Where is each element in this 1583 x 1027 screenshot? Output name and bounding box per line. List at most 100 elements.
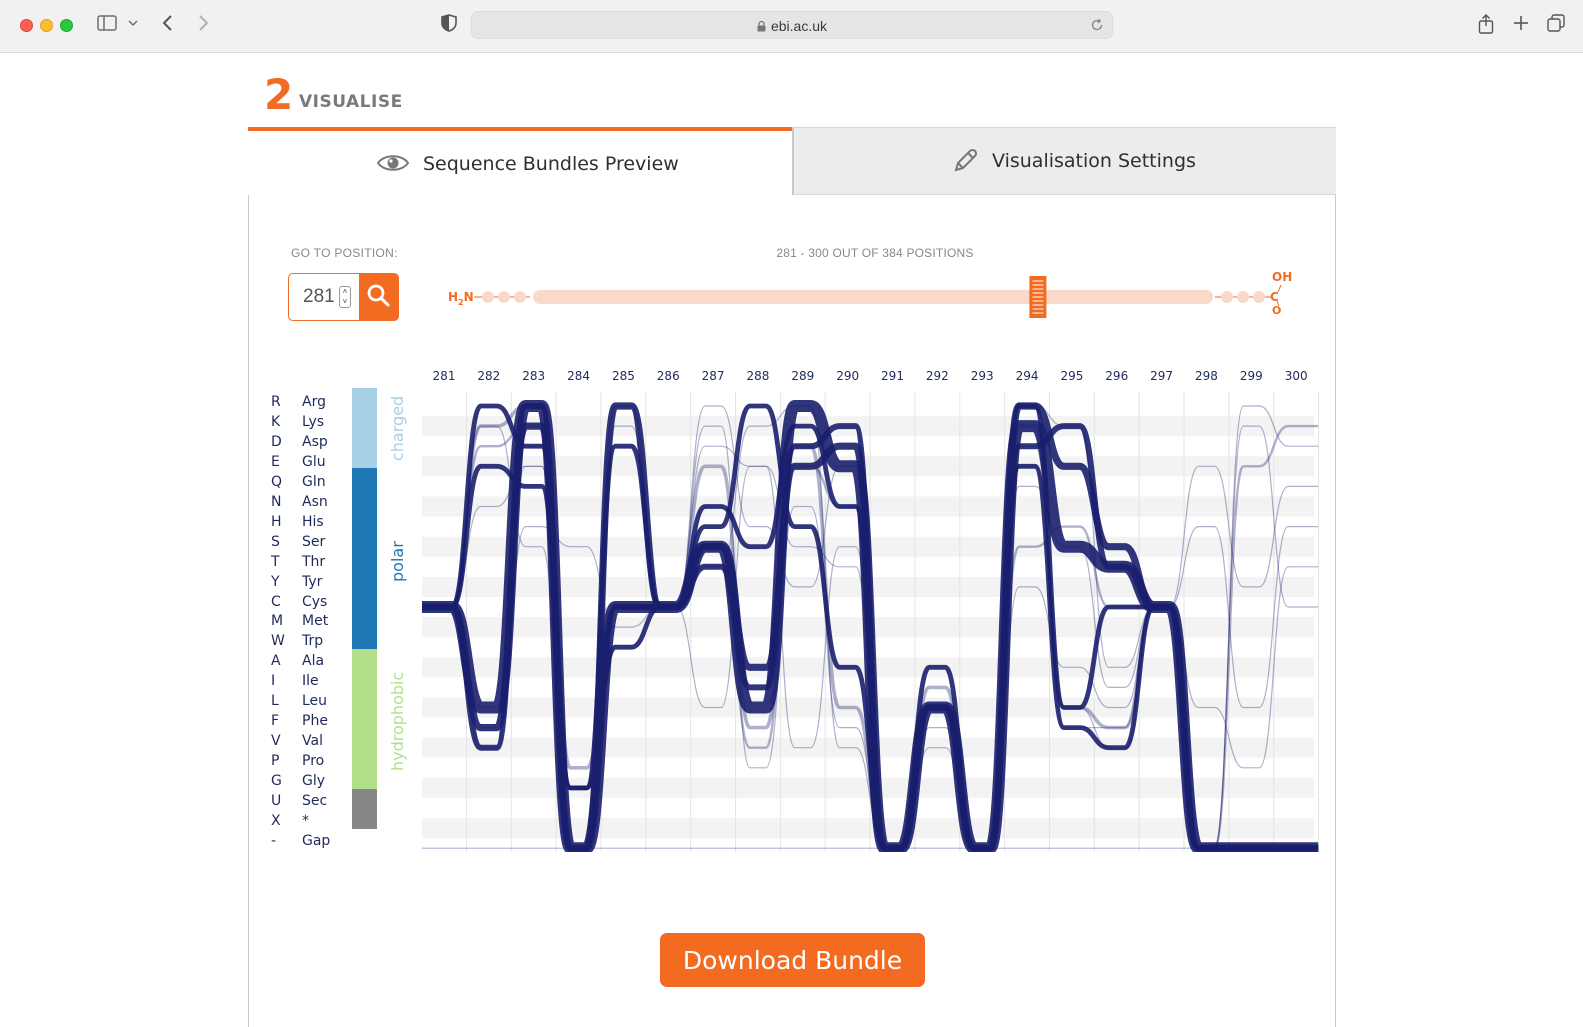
- c-terminus-bead: [1253, 291, 1265, 303]
- position-value: 281: [303, 286, 335, 307]
- category-block: [352, 648, 377, 789]
- tabs-icon[interactable]: [1546, 14, 1566, 37]
- position-header: 299: [1240, 369, 1263, 383]
- pencil-icon: [952, 148, 978, 179]
- position-header: 287: [702, 369, 725, 383]
- zoom-window-button[interactable]: [60, 19, 73, 32]
- legend-name: Tyr: [302, 573, 323, 590]
- chevron-down-icon[interactable]: [126, 14, 140, 36]
- legend-letter: -: [271, 832, 277, 849]
- c-terminus-oh-label: OH: [1272, 270, 1292, 284]
- category-label: polar: [388, 541, 407, 583]
- lock-icon: [757, 20, 766, 32]
- category-block: [352, 468, 377, 649]
- n-terminus-bead: [498, 291, 510, 303]
- position-input[interactable]: 281 ˄ ˅: [288, 273, 360, 321]
- legend-name: Leu: [302, 693, 328, 710]
- legend-name: Val: [302, 733, 323, 750]
- position-header: 298: [1195, 369, 1218, 383]
- legend-letter: L: [271, 693, 279, 710]
- legend-letter: E: [271, 453, 280, 470]
- legend-name: Glu: [302, 453, 326, 470]
- search-button[interactable]: [359, 273, 399, 321]
- address-bar[interactable]: ebi.ac.uk: [471, 11, 1113, 39]
- legend-name: Arg: [302, 394, 326, 410]
- legend-name: Ala: [302, 653, 325, 670]
- legend-name: Lys: [302, 413, 325, 430]
- legend-letter: P: [271, 753, 280, 770]
- stepper-down-icon[interactable]: ˅: [340, 297, 350, 307]
- navigator-handle[interactable]: [1029, 276, 1047, 318]
- legend-letter: H: [271, 513, 282, 530]
- position-header: 283: [522, 369, 545, 383]
- legend-letter: W: [271, 633, 285, 650]
- legend-name: Met: [302, 613, 329, 630]
- position-header: 297: [1150, 369, 1173, 383]
- position-stepper[interactable]: ˄ ˅: [339, 286, 351, 308]
- legend-letter: I: [271, 673, 276, 690]
- position-header: 288: [746, 369, 769, 383]
- url-text: ebi.ac.uk: [770, 18, 828, 34]
- legend-name: *: [302, 812, 309, 829]
- step-title: VISUALISE: [299, 92, 403, 112]
- legend-name: Gap: [302, 832, 331, 849]
- tab-visualisation-settings[interactable]: Visualisation Settings: [792, 127, 1336, 195]
- share-icon[interactable]: [1476, 14, 1496, 39]
- shield-icon[interactable]: [440, 14, 458, 37]
- legend-letter: N: [271, 493, 282, 510]
- legend-letter: Q: [271, 473, 283, 490]
- position-header: 286: [657, 369, 680, 383]
- new-tab-icon[interactable]: [1511, 14, 1531, 36]
- eye-icon: [376, 152, 410, 179]
- tab-sequence-bundles-preview[interactable]: Sequence Bundles Preview: [248, 127, 792, 195]
- position-header: 282: [477, 369, 500, 383]
- position-navigator: H2N C OH O: [448, 270, 1292, 318]
- legend-name: Phe: [302, 713, 328, 730]
- close-window-button[interactable]: [20, 19, 33, 32]
- stepper-up-icon[interactable]: ˄: [340, 287, 350, 297]
- legend-letter: K: [271, 413, 281, 430]
- legend-letter: X: [271, 812, 281, 829]
- search-icon: [367, 284, 390, 307]
- step-number: 2: [264, 70, 294, 119]
- legend-letter: A: [271, 653, 281, 670]
- legend-letter: T: [271, 553, 280, 570]
- c-terminus-bead: [1237, 291, 1249, 303]
- legend-name: Gln: [302, 473, 326, 490]
- legend-letter: S: [271, 533, 280, 550]
- n-terminus-bead: [482, 291, 494, 303]
- navigator-track[interactable]: [533, 290, 1213, 304]
- legend-letter: G: [271, 773, 282, 790]
- reload-icon[interactable]: [1090, 18, 1104, 37]
- back-icon[interactable]: [160, 14, 176, 37]
- url-field: ebi.ac.uk: [472, 18, 1112, 34]
- legend-letter: U: [271, 793, 282, 809]
- legend-name: Asp: [302, 433, 328, 450]
- legend-letter: D: [271, 433, 282, 450]
- legend-name: Pro: [302, 753, 325, 770]
- n-terminus-label: H2N: [448, 290, 474, 307]
- legend-letter: C: [271, 593, 281, 610]
- download-bundle-button[interactable]: Download Bundle: [660, 933, 925, 987]
- legend-name: Asn: [302, 493, 328, 510]
- position-header: 300: [1285, 369, 1308, 383]
- forward-icon[interactable]: [195, 14, 211, 37]
- legend-letter: V: [271, 733, 281, 750]
- legend-name: Ser: [302, 533, 326, 550]
- position-header: 296: [1105, 369, 1128, 383]
- position-header: 289: [791, 369, 814, 383]
- browser-toolbar: ebi.ac.uk: [0, 0, 1583, 53]
- c-terminus-bead: [1221, 291, 1233, 303]
- legend-name: Ile: [302, 673, 319, 690]
- category-label: charged: [388, 396, 407, 462]
- legend-letter: M: [271, 613, 284, 630]
- legend-name: Trp: [302, 633, 324, 650]
- position-header: 294: [1016, 369, 1039, 383]
- position-header: 281: [433, 369, 456, 383]
- legend-name: Thr: [302, 553, 326, 570]
- legend-letter: F: [271, 713, 280, 730]
- sidebar-icon[interactable]: [96, 14, 118, 36]
- positions-range-label: 281 - 300 OUT OF 384 POSITIONS: [776, 246, 974, 260]
- minimize-window-button[interactable]: [40, 19, 53, 32]
- legend-letter: Y: [271, 573, 280, 590]
